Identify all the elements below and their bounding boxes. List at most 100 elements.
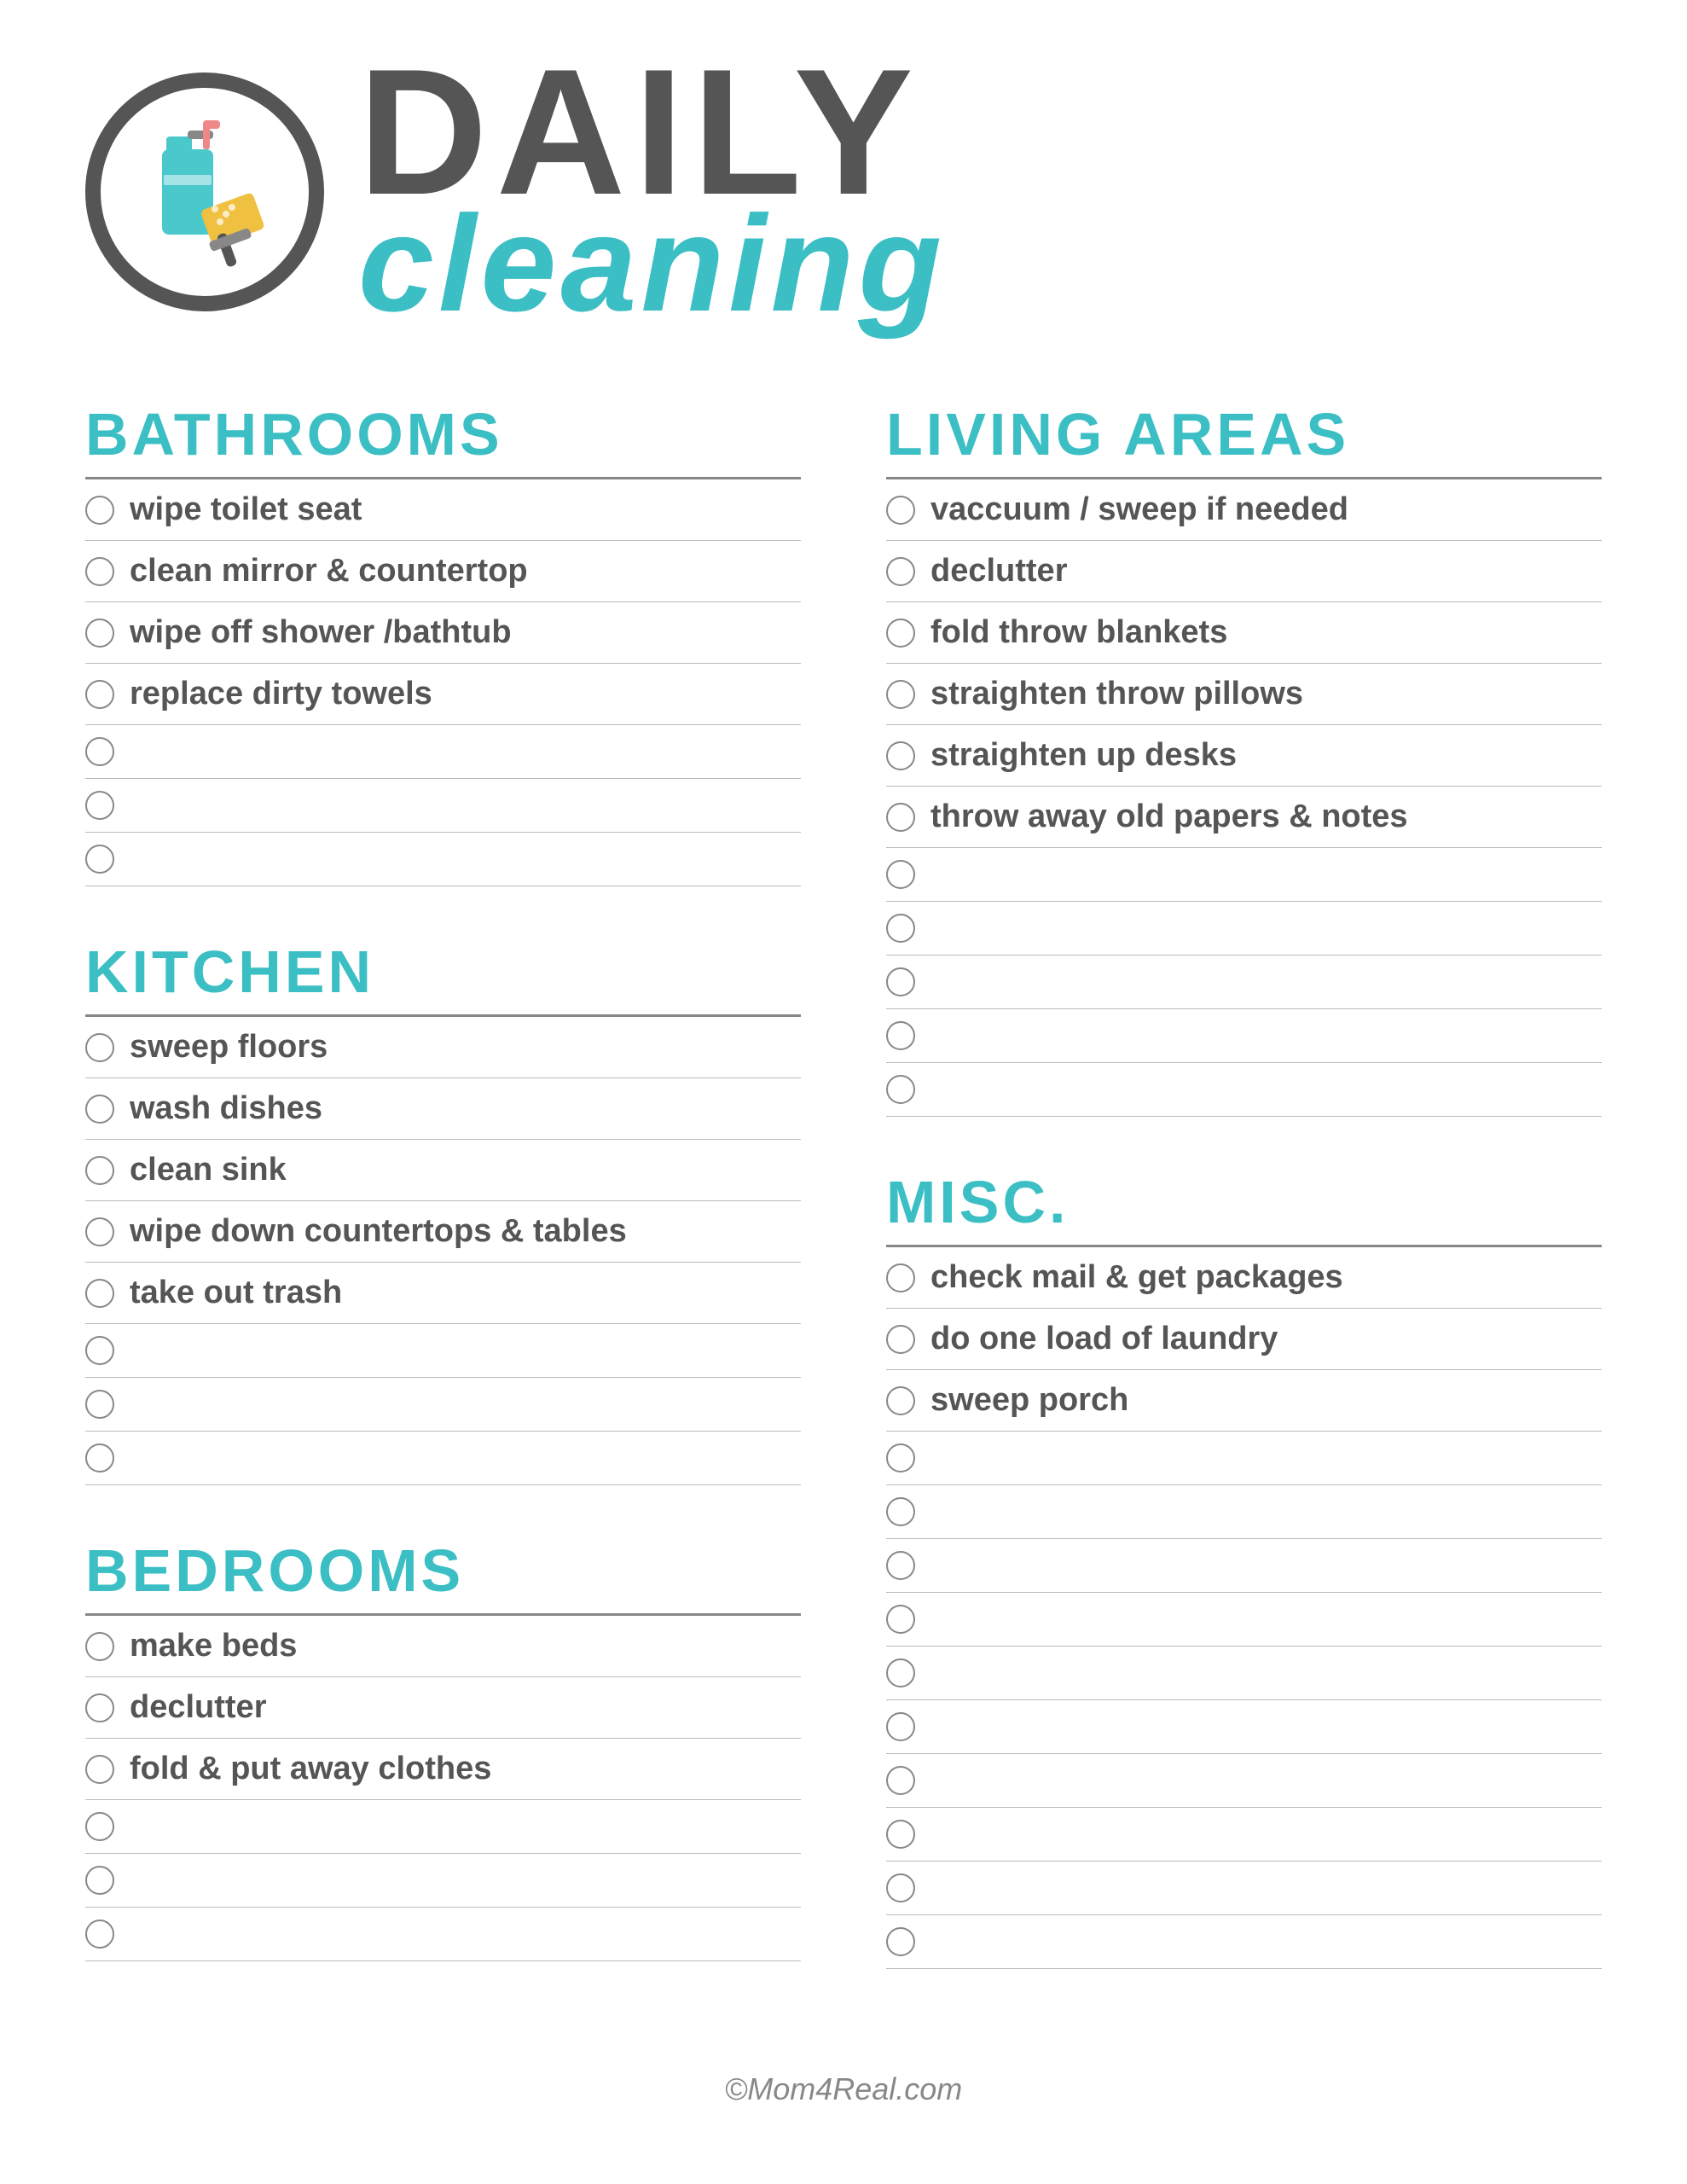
list-item: vaccuum / sweep if needed: [886, 479, 1602, 541]
checklist-living-areas: vaccuum / sweep if needed declutter fold…: [886, 479, 1602, 1117]
list-item: [85, 1908, 801, 1961]
section-title-bedrooms: BEDROOMS: [85, 1536, 801, 1605]
item-text: vaccuum / sweep if needed: [930, 491, 1348, 528]
item-text: clean mirror & countertop: [130, 553, 528, 590]
checkbox[interactable]: [886, 860, 915, 889]
list-item: [886, 1915, 1602, 1969]
item-text: throw away old papers & notes: [930, 799, 1408, 835]
list-item: [886, 1754, 1602, 1808]
checkbox[interactable]: [886, 557, 915, 586]
page-header: DAILY cleaning: [85, 51, 1602, 332]
checkbox[interactable]: [886, 496, 915, 525]
checkbox[interactable]: [85, 1217, 114, 1246]
checkbox[interactable]: [886, 1075, 915, 1104]
right-column: LIVING AREAS vaccuum / sweep if needed d…: [886, 400, 1602, 2020]
list-item: fold throw blankets: [886, 602, 1602, 664]
checkbox[interactable]: [886, 1766, 915, 1795]
checkbox[interactable]: [85, 1812, 114, 1841]
list-item: [886, 1808, 1602, 1862]
checkbox[interactable]: [85, 1095, 114, 1124]
checkbox[interactable]: [85, 1866, 114, 1895]
checkbox[interactable]: [85, 1443, 114, 1472]
list-item: straighten up desks: [886, 725, 1602, 787]
item-text: clean sink: [130, 1152, 287, 1188]
checkbox[interactable]: [85, 791, 114, 820]
item-text: do one load of laundry: [930, 1321, 1278, 1357]
list-item: [886, 848, 1602, 902]
checklist-bathrooms: wipe toilet seat clean mirror & countert…: [85, 479, 801, 886]
section-bedrooms: BEDROOMS make beds declutter fold & put …: [85, 1536, 801, 1961]
checkbox[interactable]: [85, 1033, 114, 1062]
checkbox[interactable]: [85, 1693, 114, 1722]
section-misc: MISC. check mail & get packages do one l…: [886, 1168, 1602, 1969]
item-text: sweep porch: [930, 1382, 1128, 1419]
checkbox[interactable]: [886, 1551, 915, 1580]
list-item: [886, 1539, 1602, 1593]
checkbox[interactable]: [886, 1497, 915, 1526]
checkbox[interactable]: [886, 619, 915, 648]
list-item: [85, 1324, 801, 1378]
item-text: declutter: [930, 553, 1067, 590]
item-text: declutter: [130, 1689, 266, 1726]
left-column: BATHROOMS wipe toilet seat clean mirror …: [85, 400, 801, 2020]
list-item: clean mirror & countertop: [85, 541, 801, 602]
checkbox[interactable]: [85, 1336, 114, 1365]
checkbox[interactable]: [85, 1755, 114, 1784]
checkbox[interactable]: [886, 1263, 915, 1292]
checkbox[interactable]: [886, 680, 915, 709]
item-text: replace dirty towels: [130, 676, 432, 712]
checkbox[interactable]: [85, 680, 114, 709]
checkbox[interactable]: [886, 1325, 915, 1354]
checkbox[interactable]: [85, 1390, 114, 1419]
checkbox[interactable]: [886, 1605, 915, 1634]
checkbox[interactable]: [886, 1712, 915, 1741]
checkbox[interactable]: [886, 1658, 915, 1687]
list-item: wipe down countertops & tables: [85, 1201, 801, 1263]
section-kitchen: KITCHEN sweep floors wash dishes clean s…: [85, 938, 801, 1485]
page-footer: ©Mom4Real.com: [85, 2071, 1602, 2107]
item-text: wipe down countertops & tables: [130, 1213, 627, 1250]
checkbox[interactable]: [85, 1156, 114, 1185]
checkbox[interactable]: [85, 1920, 114, 1949]
footer-credit: ©Mom4Real.com: [725, 2071, 963, 2106]
checkbox[interactable]: [85, 1279, 114, 1308]
checkbox[interactable]: [886, 1873, 915, 1902]
checkbox[interactable]: [886, 914, 915, 943]
list-item: take out trash: [85, 1263, 801, 1324]
item-text: check mail & get packages: [930, 1259, 1343, 1296]
list-item: [85, 725, 801, 779]
title-cleaning: cleaning: [358, 195, 946, 332]
checkbox[interactable]: [85, 1632, 114, 1661]
list-item: wipe off shower /bathtub: [85, 602, 801, 664]
list-item: fold & put away clothes: [85, 1739, 801, 1800]
list-item: replace dirty towels: [85, 664, 801, 725]
item-text: sweep floors: [130, 1029, 328, 1066]
checkbox[interactable]: [886, 1443, 915, 1472]
checkbox[interactable]: [886, 803, 915, 832]
checkbox[interactable]: [886, 1386, 915, 1415]
checkbox[interactable]: [85, 496, 114, 525]
list-item: wipe toilet seat: [85, 479, 801, 541]
checkbox[interactable]: [85, 619, 114, 648]
list-item: [886, 1485, 1602, 1539]
item-text: straighten throw pillows: [930, 676, 1303, 712]
title-block: DAILY cleaning: [358, 51, 946, 332]
main-content: BATHROOMS wipe toilet seat clean mirror …: [85, 400, 1602, 2020]
checkbox[interactable]: [886, 1021, 915, 1050]
section-title-kitchen: KITCHEN: [85, 938, 801, 1006]
list-item: [886, 1647, 1602, 1700]
checkbox[interactable]: [85, 845, 114, 874]
checkbox[interactable]: [886, 1927, 915, 1956]
list-item: [886, 1432, 1602, 1485]
checkbox[interactable]: [886, 967, 915, 996]
list-item: sweep porch: [886, 1370, 1602, 1432]
section-living-areas: LIVING AREAS vaccuum / sweep if needed d…: [886, 400, 1602, 1117]
checkbox[interactable]: [886, 1820, 915, 1849]
checkbox[interactable]: [886, 741, 915, 770]
list-item: [886, 956, 1602, 1009]
list-item: check mail & get packages: [886, 1247, 1602, 1309]
checkbox[interactable]: [85, 557, 114, 586]
checkbox[interactable]: [85, 737, 114, 766]
item-text: wash dishes: [130, 1090, 322, 1127]
list-item: [85, 833, 801, 886]
